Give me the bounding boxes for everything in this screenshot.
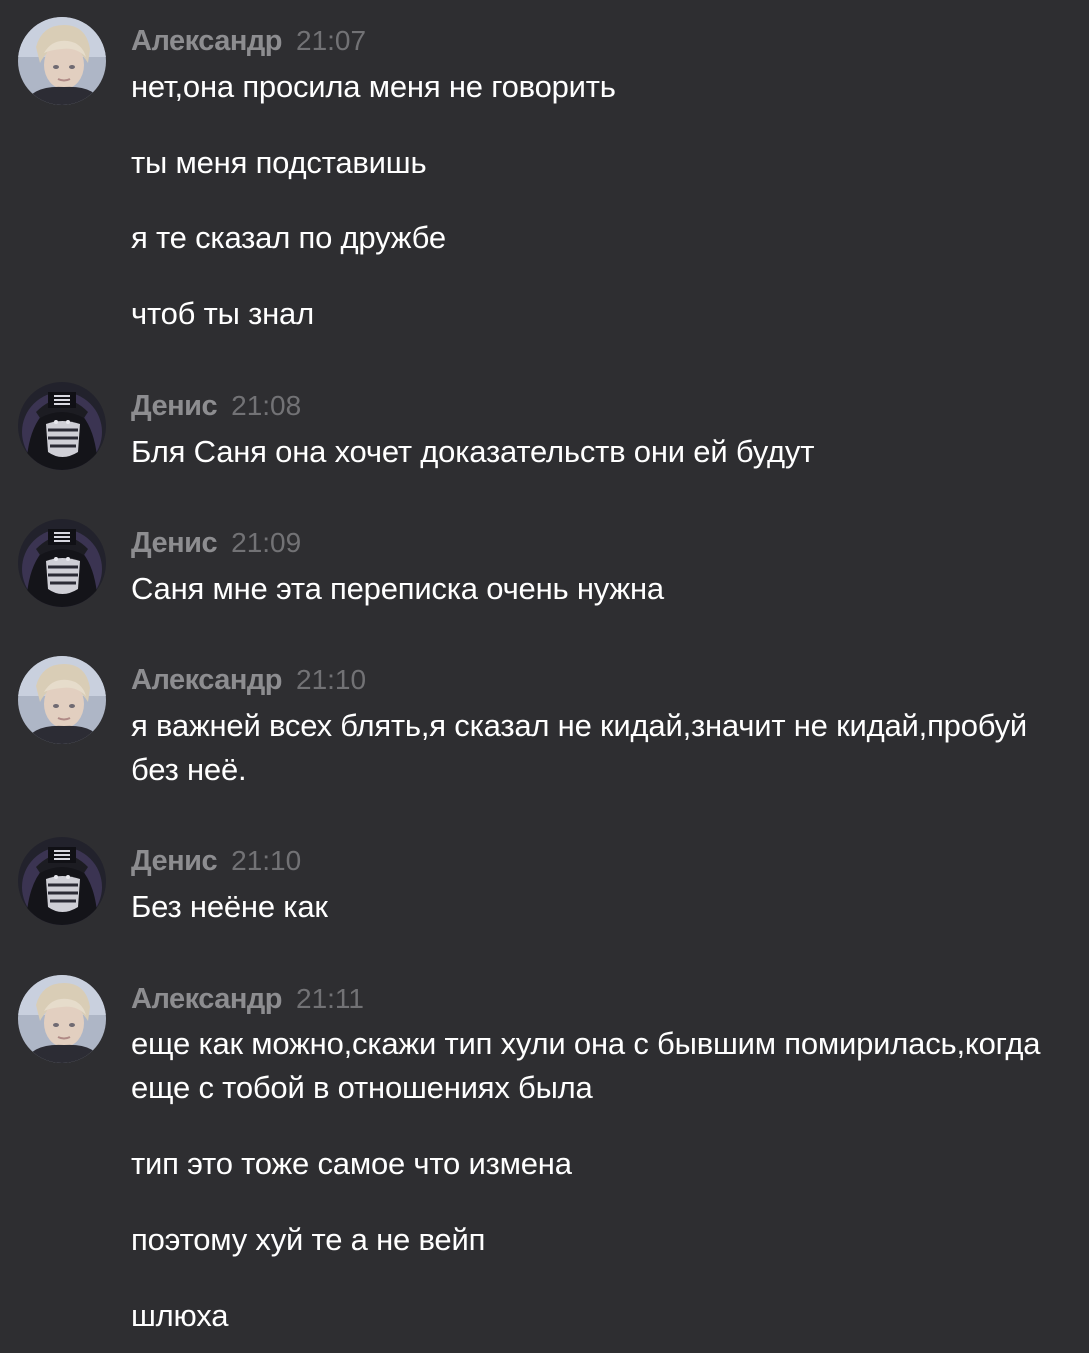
- message-time: 21:10: [296, 664, 367, 695]
- message-time: 21:07: [296, 25, 367, 56]
- message-text: шлюха: [131, 1298, 229, 1333]
- message-text: нет,она просила меня не говорить: [131, 69, 616, 104]
- message-header: Александр 21:07: [131, 25, 366, 59]
- message-text: еще как можно,скажи тип хули она с бывши…: [131, 1026, 1041, 1105]
- author-name[interactable]: Денис: [131, 527, 218, 559]
- message-text: Без неёне как: [131, 889, 328, 924]
- message-text: ты меня подставишь: [131, 145, 427, 180]
- denis-avatar[interactable]: [18, 519, 106, 607]
- author-name[interactable]: Денис: [131, 390, 218, 422]
- message-text: тип это тоже самое что измена: [131, 1146, 572, 1181]
- alexander-avatar[interactable]: [18, 656, 106, 744]
- denis-avatar[interactable]: [18, 837, 106, 925]
- message-text: поэтому хуй те а не вейп: [131, 1222, 486, 1257]
- author-name[interactable]: Александр: [131, 664, 283, 696]
- message-header: Александр 21:11: [131, 983, 364, 1017]
- denis-avatar[interactable]: [18, 382, 106, 470]
- message-time: 21:08: [231, 390, 302, 421]
- message-text: Саня мне эта переписка очень нужна: [131, 571, 664, 606]
- alexander-avatar[interactable]: [18, 17, 106, 105]
- message-time: 21:10: [231, 845, 302, 876]
- message-header: Денис 21:10: [131, 845, 301, 879]
- message-time: 21:11: [296, 983, 364, 1014]
- message-text: чтоб ты знал: [131, 296, 314, 331]
- author-name[interactable]: Александр: [131, 983, 283, 1015]
- author-name[interactable]: Александр: [131, 25, 283, 57]
- message-text: Бля Саня она хочет доказательств они ей …: [131, 434, 815, 469]
- alexander-avatar[interactable]: [18, 975, 106, 1063]
- message-text: я те сказал по дружбе: [131, 220, 446, 255]
- message-text: я важней всех блять,я сказал не кидай,зн…: [131, 708, 1028, 787]
- chat-message-list: Александр 21:07 нет,она просила меня не г…: [0, 0, 1089, 1353]
- message-header: Денис 21:09: [131, 527, 301, 561]
- message-header: Денис 21:08: [131, 390, 301, 424]
- message-header: Александр 21:10: [131, 664, 366, 698]
- author-name[interactable]: Денис: [131, 845, 218, 877]
- message-time: 21:09: [231, 527, 302, 558]
